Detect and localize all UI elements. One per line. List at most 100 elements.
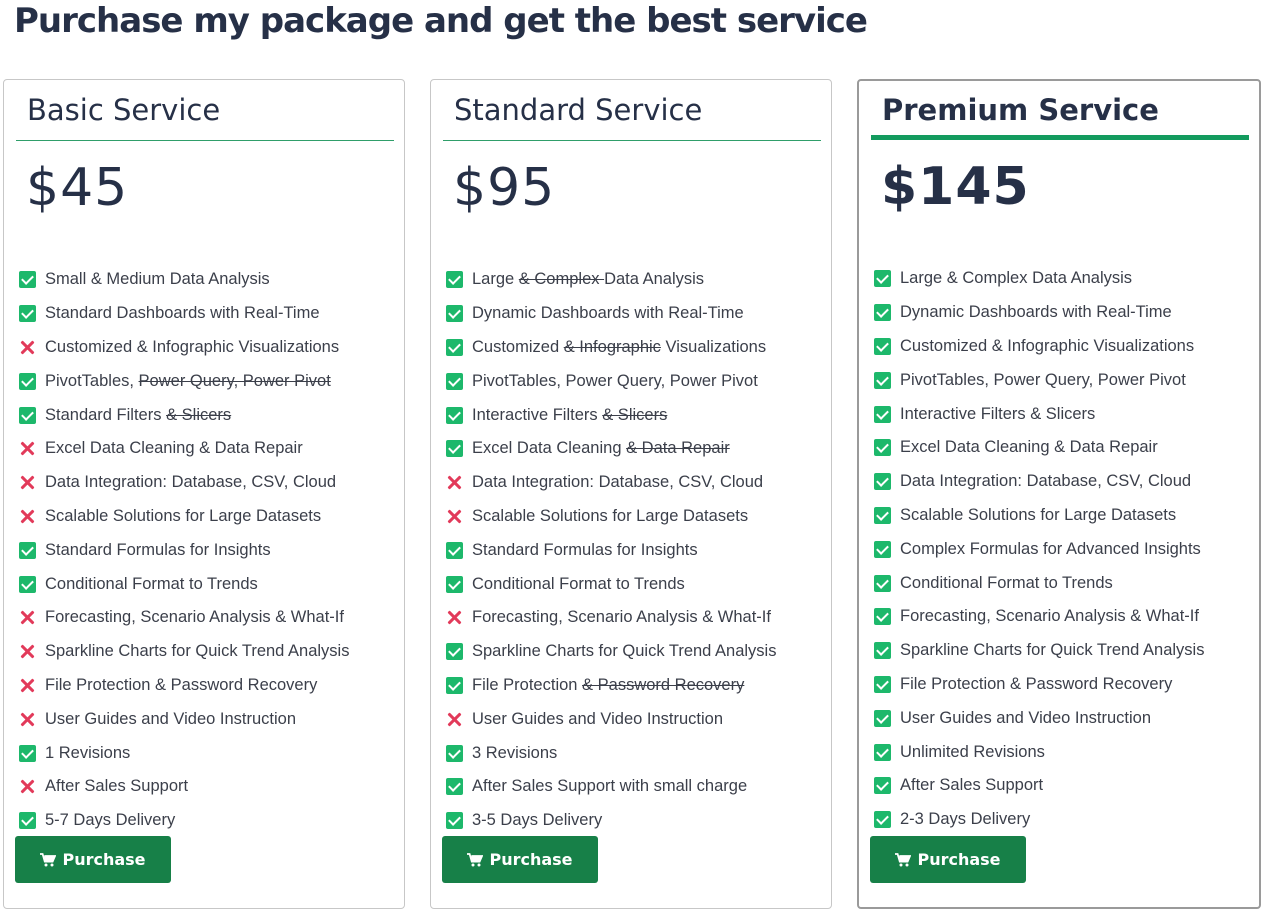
check-icon: [19, 575, 36, 593]
check-icon: [446, 541, 463, 559]
check-icon: [446, 744, 463, 762]
feature-text-struck: & Password Recovery: [582, 675, 745, 694]
feature-text-part: PivotTables,: [45, 371, 139, 390]
feature-text-part: Sparkline Charts for Quick Trend Analysi…: [45, 642, 350, 661]
plan-price: $45: [26, 158, 129, 218]
feature-text-part: Scalable Solutions for Large Datasets: [45, 506, 322, 525]
feature-text: User Guides and Video Instruction: [472, 710, 723, 729]
feature-item: PivotTables, Power Query, Power Pivot: [446, 364, 776, 398]
check-icon: [19, 271, 36, 289]
feature-text: Large & Complex Data Analysis: [472, 270, 704, 289]
check-icon: [446, 575, 463, 593]
feature-item: Small & Medium Data Analysis: [19, 263, 349, 297]
check-icon: [874, 675, 891, 693]
feature-text: Customized & Infographic Visualizations: [472, 338, 766, 357]
purchase-button[interactable]: Purchase: [870, 836, 1026, 883]
page-title: Purchase my package and get the best ser…: [14, 1, 868, 41]
feature-item: Unlimited Revisions: [874, 735, 1204, 769]
feature-item: User Guides and Video Instruction: [446, 702, 776, 736]
feature-item: User Guides and Video Instruction: [874, 701, 1204, 735]
check-icon: [874, 777, 891, 795]
feature-text: 2-3 Days Delivery: [900, 810, 1030, 829]
feature-text-part: 3 Revisions: [472, 743, 558, 762]
feature-text-part: Conditional Format to Trends: [472, 574, 685, 593]
feature-item: Forecasting, Scenario Analysis & What-If: [19, 601, 349, 635]
feature-text-part: File Protection & Password Recovery: [45, 675, 318, 694]
plan-title: Premium Service: [882, 93, 1159, 127]
feature-text-part: Sparkline Charts for Quick Trend Analysi…: [472, 642, 777, 661]
purchase-button-label: Purchase: [62, 850, 146, 869]
feature-text: Excel Data Cleaning & Data Repair: [900, 438, 1158, 457]
feature-item: Dynamic Dashboards with Real-Time: [874, 296, 1204, 330]
feature-text-part: 3-5 Days Delivery: [472, 811, 603, 830]
cart-icon: [895, 852, 912, 866]
feature-text: PivotTables, Power Query, Power Pivot: [472, 372, 758, 391]
cross-icon: [446, 474, 463, 491]
feature-item: Standard Formulas for Insights: [19, 533, 349, 567]
feature-text-part: Interactive Filters & Slicers: [900, 404, 1096, 423]
feature-text: After Sales Support with small charge: [472, 777, 747, 796]
feature-text-part: Dynamic Dashboards with Real-Time: [900, 303, 1172, 322]
feature-item: Standard Dashboards with Real-Time: [19, 297, 349, 331]
check-icon: [874, 642, 891, 660]
feature-text: Standard Filters & Slicers: [45, 406, 231, 425]
feature-text-part: Large: [472, 270, 519, 289]
cross-icon: [19, 711, 36, 728]
feature-text-part: User Guides and Video Instruction: [472, 709, 724, 728]
feature-text: Small & Medium Data Analysis: [45, 270, 270, 289]
feature-item: Customized & Infographic Visualizations: [874, 330, 1204, 364]
feature-text: Conditional Format to Trends: [900, 574, 1113, 593]
cross-icon: [19, 508, 36, 525]
feature-text: Unlimited Revisions: [900, 743, 1045, 762]
feature-text-part: Conditional Format to Trends: [900, 573, 1113, 592]
cross-icon: [19, 609, 36, 626]
check-icon: [874, 473, 891, 491]
feature-text-part: Excel Data Cleaning: [472, 439, 627, 458]
plan-card-standard: Standard Service $95 Large & Complex Dat…: [430, 79, 832, 909]
cross-icon: [19, 440, 36, 457]
feature-item: File Protection & Password Recovery: [19, 669, 349, 703]
feature-text-part: Standard Formulas for Insights: [472, 540, 698, 559]
check-icon: [446, 440, 463, 458]
feature-text: 5-7 Days Delivery: [45, 811, 175, 830]
feature-item: Interactive Filters & Slicers: [874, 397, 1204, 431]
feature-text-part: 1 Revisions: [45, 743, 131, 762]
feature-text: Sparkline Charts for Quick Trend Analysi…: [472, 642, 776, 661]
feature-text-part: Forecasting, Scenario Analysis & What-If: [45, 608, 344, 627]
feature-item: Conditional Format to Trends: [446, 567, 776, 601]
feature-text: After Sales Support: [45, 777, 188, 796]
feature-item: 3 Revisions: [446, 736, 776, 770]
check-icon: [874, 709, 891, 727]
check-icon: [446, 271, 463, 289]
feature-item: Scalable Solutions for Large Datasets: [446, 500, 776, 534]
feature-text-struck: & Complex: [518, 270, 605, 289]
plan-card-premium: Premium Service $145 Large & Complex Dat…: [857, 79, 1261, 909]
feature-item: Complex Formulas for Advanced Insights: [874, 532, 1204, 566]
feature-text-part: Forecasting, Scenario Analysis & What-If: [472, 608, 771, 627]
feature-item: After Sales Support: [874, 769, 1204, 803]
feature-item: Standard Formulas for Insights: [446, 533, 776, 567]
plan-title: Basic Service: [27, 93, 221, 127]
feature-text: PivotTables, Power Query, Power Pivot: [45, 372, 331, 391]
feature-item: Sparkline Charts for Quick Trend Analysi…: [874, 634, 1204, 668]
feature-item: Sparkline Charts for Quick Trend Analysi…: [19, 635, 349, 669]
purchase-button[interactable]: Purchase: [15, 836, 171, 883]
purchase-button[interactable]: Purchase: [442, 836, 598, 883]
feature-item: Scalable Solutions for Large Datasets: [874, 499, 1204, 533]
cross-icon: [19, 339, 36, 356]
feature-list: Large & Complex Data Analysis Dynamic Das…: [446, 263, 776, 838]
check-icon: [19, 372, 36, 390]
check-icon: [874, 371, 891, 389]
cross-icon: [446, 508, 463, 525]
feature-list: Small & Medium Data Analysis Standard Das…: [19, 263, 349, 838]
check-icon: [874, 743, 891, 761]
feature-list: Large & Complex Data Analysis Dynamic Das…: [874, 262, 1204, 837]
feature-text-struck: & Infographic: [563, 337, 661, 356]
feature-text-part: File Protection: [472, 675, 583, 694]
feature-item: Dynamic Dashboards with Real-Time: [446, 297, 776, 331]
feature-item: Conditional Format to Trends: [874, 566, 1204, 600]
feature-item: Customized & Infographic Visualizations: [446, 331, 776, 365]
feature-item: 2-3 Days Delivery: [874, 803, 1204, 837]
feature-text-part: Excel Data Cleaning & Data Repair: [45, 439, 303, 458]
feature-item: User Guides and Video Instruction: [19, 702, 349, 736]
